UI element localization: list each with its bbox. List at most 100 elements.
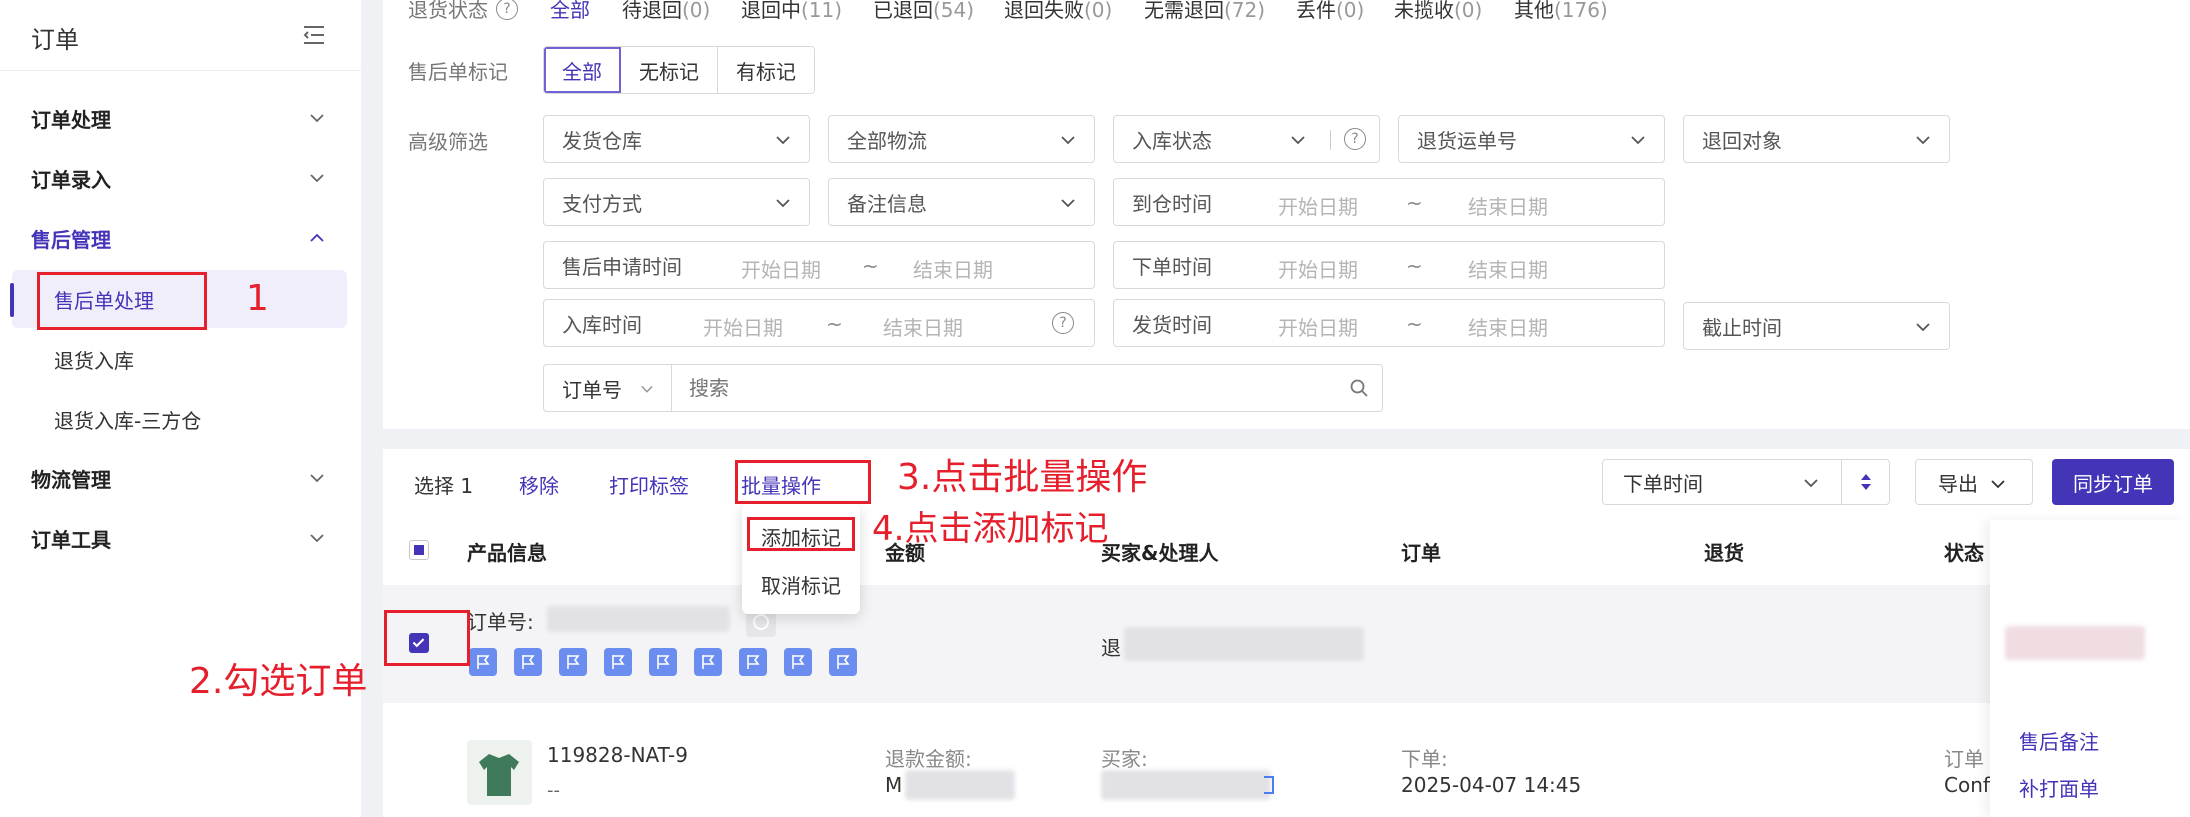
status-count: (0) (1454, 0, 1483, 22)
flag-icon[interactable] (514, 648, 542, 676)
start-date-placeholder: 开始日期 (703, 316, 783, 340)
ship-date-range[interactable]: 发货时间 开始日期 ~ 结束日期 (1113, 299, 1665, 347)
sidebar-group-label: 订单处理 (31, 107, 111, 132)
sync-orders-button[interactable]: 同步订单 (2052, 459, 2174, 505)
status-no-return[interactable]: 无需退回(72) (1144, 0, 1265, 23)
chevron-down-icon (310, 474, 324, 483)
status-not-collected[interactable]: 未揽收(0) (1394, 0, 1482, 23)
help-icon[interactable]: ? (1052, 312, 1074, 334)
remark-select[interactable]: 备注信息 (828, 178, 1095, 226)
after-sales-note-link[interactable]: 售后备注 (2019, 726, 2099, 755)
search-input[interactable] (673, 365, 1333, 411)
sort-field-select[interactable]: 下单时间 (1602, 459, 1890, 505)
date-separator: ~ (1406, 191, 1423, 215)
status-label: 未揽收 (1394, 0, 1454, 22)
header-product: 产品信息 (467, 541, 547, 565)
annotation-step1: 1 (246, 278, 269, 319)
annotation-step3: 3.点击批量操作 (897, 457, 1148, 498)
chevron-down-icon (1631, 136, 1645, 145)
end-date-placeholder: 结束日期 (1468, 258, 1548, 282)
selected-count: 选择 1 (414, 474, 474, 498)
status-count: (11) (801, 0, 843, 22)
reprint-label-link[interactable]: 补打面单 (2019, 773, 2099, 802)
redacted-order-no (547, 606, 730, 632)
flag-icon[interactable] (469, 648, 497, 676)
help-icon[interactable]: ? (496, 0, 518, 20)
status-failed[interactable]: 退回失败(0) (1004, 0, 1112, 23)
status-label: 订单 (1944, 747, 1984, 771)
active-indicator (10, 283, 14, 317)
collapse-menu-icon[interactable] (302, 24, 326, 46)
status-count: (0) (1084, 0, 1113, 22)
status-count: (0) (682, 0, 711, 22)
sidebar-group-label: 售后管理 (31, 227, 111, 252)
inbound-status-select[interactable]: 入库状态 ? (1113, 115, 1380, 163)
mark-all-button[interactable]: 全部 (544, 47, 621, 93)
start-date-placeholder: 开始日期 (1278, 316, 1358, 340)
header-return: 退货 (1704, 541, 1744, 565)
end-date-placeholder: 结束日期 (1468, 195, 1548, 219)
search-icon[interactable] (1349, 378, 1369, 398)
status-pending[interactable]: 待退回(0) (622, 0, 710, 23)
logistics-select[interactable]: 全部物流 (828, 115, 1095, 163)
flag-icon[interactable] (739, 648, 767, 676)
status-all[interactable]: 全部 (550, 0, 590, 23)
flag-icon[interactable] (829, 648, 857, 676)
end-date-placeholder: 结束日期 (913, 258, 993, 282)
inbound-date-range[interactable]: 入库时间 开始日期 ~ 结束日期 ? (543, 299, 1095, 347)
flag-icon[interactable] (694, 648, 722, 676)
chevron-down-icon (1061, 136, 1075, 145)
return-tracking-select[interactable]: 退货运单号 (1398, 115, 1665, 163)
chevron-down-icon (641, 385, 653, 393)
annotation-box-step2 (384, 610, 470, 666)
date-separator: ~ (862, 254, 879, 278)
sidebar-item-return-inbound[interactable]: 退货入库 (12, 330, 347, 388)
sidebar-group-order-tools[interactable]: 订单工具 (0, 510, 361, 566)
sidebar-group-order-entry[interactable]: 订单录入 (0, 150, 361, 206)
status-returned[interactable]: 已退回(54) (873, 0, 974, 23)
sidebar-group-after-sales[interactable]: 售后管理 (0, 210, 361, 266)
status-count: (176) (1554, 0, 1608, 22)
deadline-select[interactable]: 截止时间 (1683, 302, 1950, 350)
select-value: 支付方式 (562, 191, 642, 216)
status-lost[interactable]: 丢件(0) (1296, 0, 1364, 23)
chevron-down-icon (1061, 199, 1075, 208)
mark-has-button[interactable]: 有标记 (718, 47, 814, 93)
flag-icon[interactable] (784, 648, 812, 676)
remove-mark-menu-item[interactable]: 取消标记 (742, 570, 860, 599)
select-value: 退货运单号 (1417, 128, 1517, 153)
date-range-label: 售后申请时间 (562, 254, 682, 279)
product-thumbnail[interactable] (467, 740, 532, 805)
print-label-button[interactable]: 打印标签 (609, 470, 689, 499)
flag-icon[interactable] (559, 648, 587, 676)
flag-icon[interactable] (604, 648, 632, 676)
sidebar-group-order-processing[interactable]: 订单处理 (0, 90, 361, 146)
warehouse-select[interactable]: 发货仓库 (543, 115, 810, 163)
help-icon[interactable]: ? (1344, 128, 1366, 150)
status-label: 其他 (1514, 0, 1554, 22)
select-all-checkbox[interactable] (409, 540, 429, 560)
status-other[interactable]: 其他(176) (1514, 0, 1608, 23)
flag-icon[interactable] (649, 648, 677, 676)
sidebar-group-logistics[interactable]: 物流管理 (0, 450, 361, 506)
status-label: 全部 (550, 0, 590, 22)
status-returning[interactable]: 退回中(11) (741, 0, 842, 23)
payment-select[interactable]: 支付方式 (543, 178, 810, 226)
sidebar-item-return-inbound-3pl[interactable]: 退货入库-三方仓 (12, 390, 347, 448)
copy-icon[interactable] (1264, 776, 1274, 794)
arrival-date-range[interactable]: 到仓时间 开始日期 ~ 结束日期 (1113, 178, 1665, 226)
mark-none-button[interactable]: 无标记 (621, 47, 718, 93)
search-field-select[interactable]: 订单号 (544, 365, 672, 411)
remove-button[interactable]: 移除 (519, 470, 559, 499)
order-date-range[interactable]: 下单时间 开始日期 ~ 结束日期 (1113, 241, 1665, 289)
chevron-down-icon (1916, 136, 1930, 145)
export-button[interactable]: 导出 (1915, 459, 2033, 505)
refund-prefix: M (885, 773, 903, 797)
sort-order-icon[interactable] (1858, 472, 1874, 492)
label-text: 退货状态 (408, 0, 488, 22)
return-target-select[interactable]: 退回对象 (1683, 115, 1950, 163)
sidebar-divider (0, 70, 361, 71)
chevron-down-icon (776, 136, 790, 145)
apply-date-range[interactable]: 售后申请时间 开始日期 ~ 结束日期 (543, 241, 1095, 289)
search-field-value: 订单号 (562, 377, 622, 402)
